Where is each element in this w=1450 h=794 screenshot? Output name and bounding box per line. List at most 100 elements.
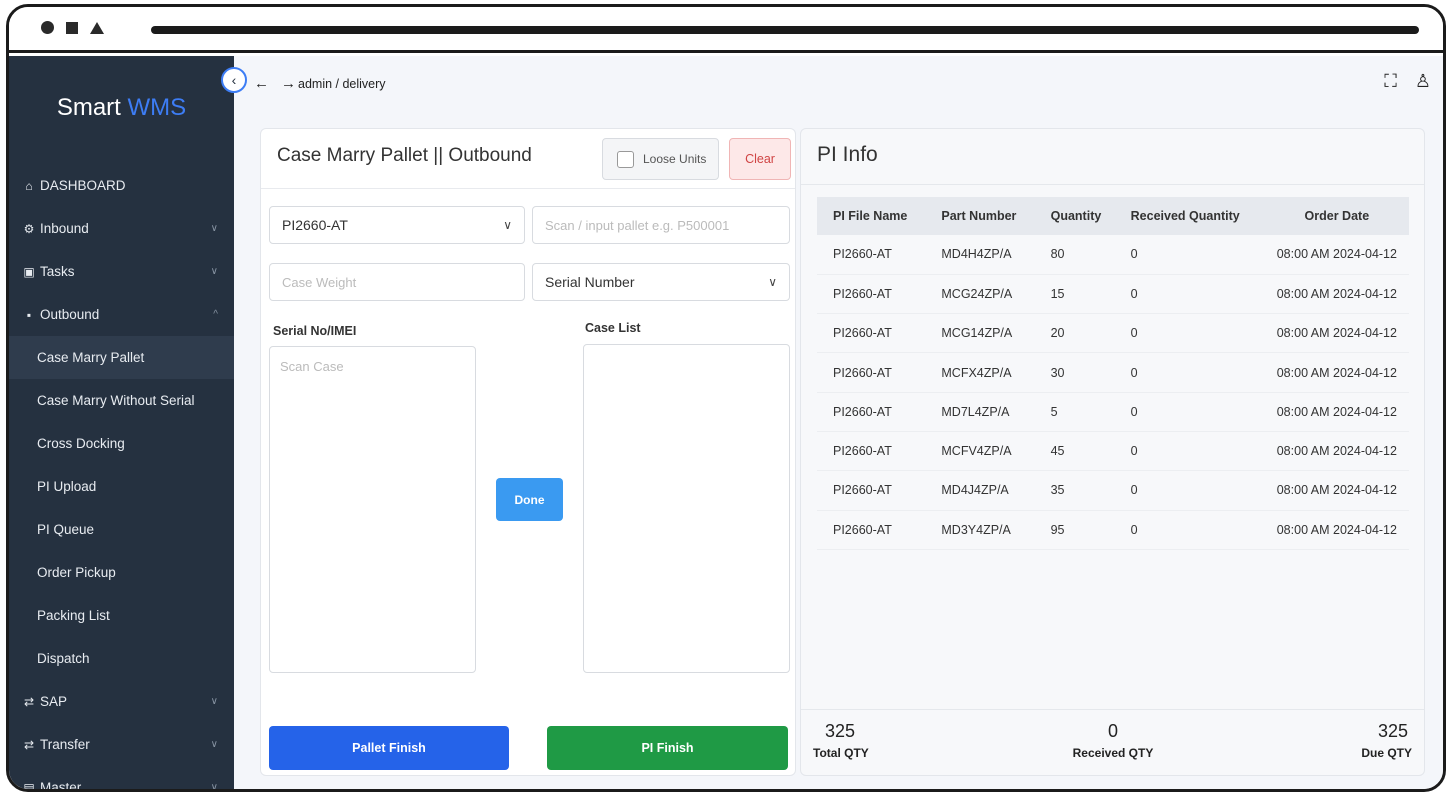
scan-case-textarea[interactable]: Scan Case — [269, 346, 476, 673]
pi-info-title: PI Info — [817, 143, 878, 166]
table-cell: MD7L4ZP/A — [925, 392, 1035, 432]
loose-units-toggle[interactable]: Loose Units — [602, 138, 719, 180]
square-icon[interactable] — [66, 21, 78, 34]
table-cell: MCFV4ZP/A — [925, 431, 1035, 472]
chevron-down-icon: ∨ — [210, 739, 218, 750]
sidebar-item-label: DASHBOARD — [40, 178, 126, 193]
chevron-up-icon: ^ — [213, 309, 218, 320]
total-qty-value: 325 — [825, 721, 856, 741]
table-cell: 35 — [1034, 470, 1115, 511]
sidebar-item-label: PI Queue — [37, 522, 95, 537]
table-row[interactable]: PI2660-AT MCFX4ZP/A 30 0 08:00 AM 2024-04-12 — [817, 352, 1409, 393]
total-qty-summary: 325 Total QTY — [813, 721, 873, 760]
table-cell: MCFX4ZP/A — [925, 352, 1035, 393]
table-cell: MCG14ZP/A — [925, 313, 1035, 354]
table-row[interactable]: PI2660-AT MCG24ZP/A 15 0 08:00 AM 2024-04-12 — [817, 274, 1409, 315]
box-icon: ▪ — [26, 307, 32, 322]
table-row[interactable]: PI2660-AT MD3Y4ZP/A 95 0 08:00 AM 2024-04-12 — [817, 510, 1409, 550]
checkbox[interactable] — [617, 150, 634, 168]
table-cell: 08:00 AM 2024-04-12 — [1264, 235, 1409, 275]
sidebar-item-transfer[interactable]: ⇄ Transfer ∨ — [9, 723, 234, 766]
table-cell: 0 — [1114, 431, 1265, 472]
sidebar: Smart WMS ⌂ DASHBOARD ⚙ Inbound ∨ ▣ Tasks ∨ ▪ Out… — [9, 56, 234, 789]
sidebar-item-tasks[interactable]: ▣ Tasks ∨ — [9, 250, 234, 293]
pi-finish-button[interactable]: PI Finish — [547, 726, 788, 770]
address-bar[interactable] — [151, 26, 1419, 34]
sidebar-item-dispatch[interactable]: Dispatch — [9, 637, 234, 680]
sidebar-item-dashboard[interactable]: ⌂ DASHBOARD — [9, 164, 234, 207]
case-weight-input[interactable]: Case Weight — [269, 263, 525, 301]
forward-arrow-icon[interactable]: → — [281, 75, 296, 92]
circle-icon[interactable] — [41, 21, 54, 34]
sidebar-item-pi-upload[interactable]: PI Upload — [9, 465, 234, 508]
sidebar-item-label: Transfer — [40, 737, 90, 752]
user-icon[interactable]: ♙ — [1415, 71, 1431, 92]
received-qty-summary: 0 Received QTY — [1063, 721, 1163, 760]
sidebar-item-case-marry-pallet[interactable]: Case Marry Pallet — [9, 336, 234, 379]
column-header[interactable]: Part Number — [925, 197, 1035, 235]
swap-icon: ⇄ — [23, 694, 35, 709]
sidebar-item-master[interactable]: ▤ Master ∨ — [9, 766, 234, 789]
chevron-down-icon: ∨ — [768, 275, 777, 289]
table-cell: PI2660-AT — [817, 235, 926, 275]
sidebar-item-case-marry-without-serial[interactable]: Case Marry Without Serial — [9, 379, 234, 422]
chevron-down-icon: ∨ — [210, 266, 218, 277]
fullscreen-icon[interactable]: ⛶ — [1384, 71, 1397, 92]
table-cell: PI2660-AT — [817, 392, 926, 432]
topbar-actions: ⛶ ♙ — [1384, 71, 1431, 92]
pallet-input[interactable]: Scan / input pallet e.g. P500001 — [532, 206, 790, 244]
table-row[interactable]: PI2660-AT MD4J4ZP/A 35 0 08:00 AM 2024-04-12 — [817, 470, 1409, 511]
table-row[interactable]: PI2660-AT MCG14ZP/A 20 0 08:00 AM 2024-04-12 — [817, 313, 1409, 354]
table-cell: 08:00 AM 2024-04-12 — [1264, 392, 1409, 432]
triangle-icon[interactable] — [90, 21, 104, 34]
serial-select-value: Serial Number — [545, 274, 635, 290]
sidebar-item-label: SAP — [40, 694, 68, 709]
chevron-left-icon: ‹ — [231, 72, 237, 88]
done-button[interactable]: Done — [496, 478, 563, 521]
table-cell: 20 — [1034, 313, 1115, 354]
main-content: Case Marry Pallet || Outbound Loose Unit… — [234, 114, 1443, 789]
sidebar-item-label: Inbound — [40, 221, 89, 236]
table-row[interactable]: PI2660-AT MD4H4ZP/A 80 0 08:00 AM 2024-04-12 — [817, 235, 1409, 275]
table-cell: 0 — [1114, 235, 1265, 275]
column-header[interactable]: Received Quantity — [1114, 197, 1265, 235]
column-header[interactable]: PI File Name — [817, 197, 926, 235]
divider — [261, 188, 795, 189]
case-list-label: Case List — [585, 321, 641, 335]
sidebar-item-order-pickup[interactable]: Order Pickup — [9, 551, 234, 594]
table-cell: 5 — [1034, 392, 1115, 432]
table-cell: 08:00 AM 2024-04-12 — [1264, 470, 1409, 511]
table-cell: 08:00 AM 2024-04-12 — [1264, 510, 1409, 550]
serial-type-select[interactable]: Serial Number ∨ — [532, 263, 790, 301]
brand-logo[interactable]: Smart WMS — [9, 94, 234, 122]
brand-accent: WMS — [127, 94, 187, 121]
divider — [801, 184, 1424, 185]
sidebar-item-pi-queue[interactable]: PI Queue — [9, 508, 234, 551]
sidebar-item-outbound[interactable]: ▪ Outbound ^ — [9, 293, 234, 336]
pi-select[interactable]: PI2660-AT ∨ — [269, 206, 525, 244]
sidebar-item-label: Dispatch — [37, 651, 90, 666]
table-cell: 0 — [1114, 510, 1265, 550]
table-row[interactable]: PI2660-AT MCFV4ZP/A 45 0 08:00 AM 2024-04-12 — [817, 431, 1409, 472]
pallet-finish-button[interactable]: Pallet Finish — [269, 726, 509, 770]
sidebar-item-sap[interactable]: ⇄ SAP ∨ — [9, 680, 234, 723]
swap-icon: ⇄ — [23, 737, 35, 752]
history-nav: ← → — [254, 75, 296, 92]
back-arrow-icon[interactable]: ← — [254, 75, 269, 92]
column-header[interactable]: Order Date — [1264, 197, 1409, 235]
divider — [801, 709, 1424, 710]
sidebar-collapse-button[interactable]: ‹ — [221, 67, 247, 93]
table-cell: MCG24ZP/A — [925, 274, 1035, 315]
table-row[interactable]: PI2660-AT MD7L4ZP/A 5 0 08:00 AM 2024-04-12 — [817, 392, 1409, 432]
sidebar-item-label: Packing List — [37, 608, 110, 623]
column-header[interactable]: Quantity — [1034, 197, 1115, 235]
table-header-row: PI File Name Part Number Quantity Received … — [817, 197, 1409, 235]
table-cell: PI2660-AT — [817, 510, 926, 550]
sidebar-item-packing-list[interactable]: Packing List — [9, 594, 234, 637]
received-qty-label: Received QTY — [1072, 746, 1154, 760]
sidebar-item-cross-docking[interactable]: Cross Docking — [9, 422, 234, 465]
clear-button[interactable]: Clear — [729, 138, 791, 180]
table-cell: 0 — [1114, 392, 1265, 432]
total-qty-label: Total QTY — [813, 746, 869, 760]
sidebar-item-inbound[interactable]: ⚙ Inbound ∨ — [9, 207, 234, 250]
